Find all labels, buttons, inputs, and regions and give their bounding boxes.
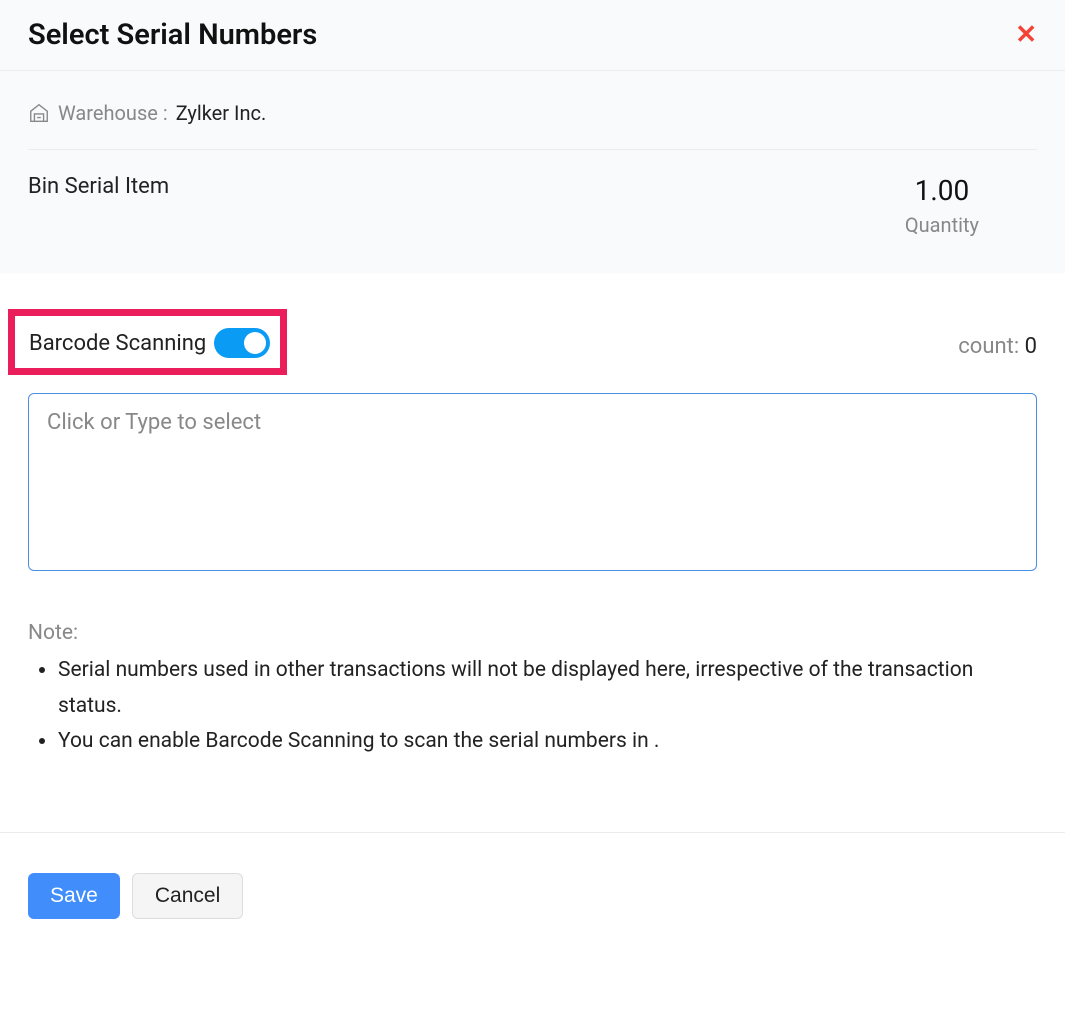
close-button[interactable]: ✕ bbox=[1015, 22, 1037, 48]
toggle-knob bbox=[244, 332, 266, 354]
header-section: Select Serial Numbers ✕ Warehouse : Zylk… bbox=[0, 0, 1065, 273]
item-name: Bin Serial Item bbox=[28, 174, 169, 199]
quantity-block: 1.00 Quantity bbox=[905, 174, 1037, 237]
note-section: Note: Serial numbers used in other trans… bbox=[28, 621, 1037, 760]
note-list: Serial numbers used in other transaction… bbox=[28, 653, 1037, 760]
quantity-label: Quantity bbox=[905, 213, 979, 237]
close-icon: ✕ bbox=[1015, 20, 1037, 50]
note-heading: Note: bbox=[28, 621, 1037, 645]
barcode-scanning-label: Barcode Scanning bbox=[29, 331, 206, 356]
warehouse-row: Warehouse : Zylker Inc. bbox=[0, 71, 1065, 135]
warehouse-name: Zylker Inc. bbox=[176, 101, 267, 125]
barcode-scanning-toggle[interactable] bbox=[214, 328, 270, 358]
select-placeholder: Click or Type to select bbox=[47, 410, 261, 435]
item-row: Bin Serial Item 1.00 Quantity bbox=[0, 150, 1065, 273]
footer-section: Save Cancel bbox=[0, 832, 1065, 959]
title-bar: Select Serial Numbers ✕ bbox=[0, 0, 1065, 71]
main-section: Barcode Scanning count: 0 Click or Type … bbox=[0, 273, 1065, 780]
note-item: You can enable Barcode Scanning to scan … bbox=[58, 724, 1037, 760]
barcode-scanning-control: Barcode Scanning bbox=[8, 309, 287, 375]
controls-row: Barcode Scanning count: 0 bbox=[28, 313, 1037, 379]
warehouse-label: Warehouse : bbox=[58, 101, 168, 125]
warehouse-icon bbox=[28, 102, 50, 124]
serial-number-select-area[interactable]: Click or Type to select bbox=[28, 393, 1037, 571]
count-display: count: 0 bbox=[958, 334, 1037, 359]
cancel-button[interactable]: Cancel bbox=[132, 873, 243, 919]
note-item: Serial numbers used in other transaction… bbox=[58, 653, 1037, 724]
count-label: count: bbox=[958, 334, 1019, 359]
count-value: 0 bbox=[1025, 334, 1037, 359]
quantity-value: 1.00 bbox=[905, 174, 979, 207]
save-button[interactable]: Save bbox=[28, 873, 120, 919]
dialog-title: Select Serial Numbers bbox=[28, 18, 317, 52]
